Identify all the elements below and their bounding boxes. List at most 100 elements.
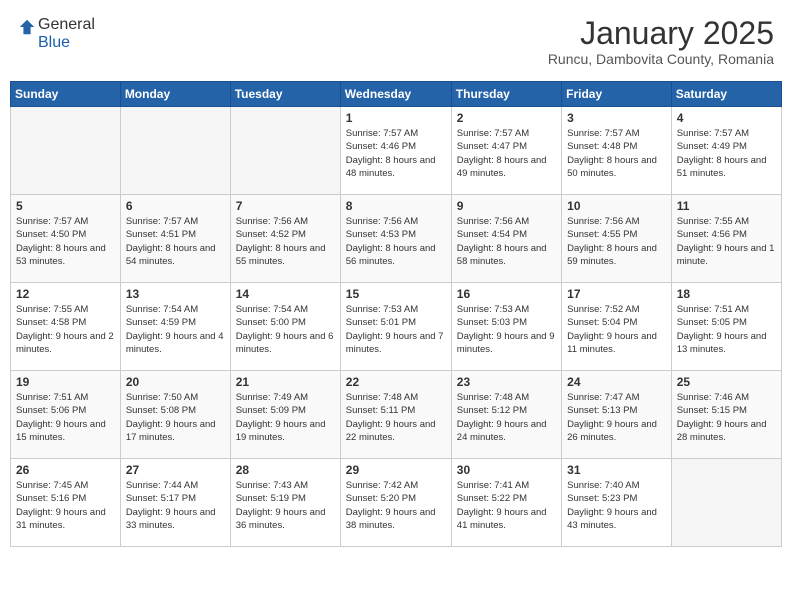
weekday-header-wednesday: Wednesday	[340, 82, 451, 107]
day-number: 23	[457, 375, 556, 389]
calendar-cell: 19 Sunrise: 7:51 AMSunset: 5:06 PMDayligh…	[11, 371, 121, 459]
logo-general-text: General	[38, 16, 95, 34]
calendar-cell: 16 Sunrise: 7:53 AMSunset: 5:03 PMDayligh…	[451, 283, 561, 371]
day-number: 31	[567, 463, 666, 477]
calendar-cell: 3 Sunrise: 7:57 AMSunset: 4:48 PMDaylight…	[562, 107, 672, 195]
calendar-cell: 5 Sunrise: 7:57 AMSunset: 4:50 PMDaylight…	[11, 195, 121, 283]
weekday-header-sunday: Sunday	[11, 82, 121, 107]
day-info: Sunrise: 7:53 AMSunset: 5:01 PMDaylight:…	[346, 303, 446, 356]
day-number: 17	[567, 287, 666, 301]
calendar-table: SundayMondayTuesdayWednesdayThursdayFrid…	[10, 81, 782, 547]
day-info: Sunrise: 7:55 AMSunset: 4:58 PMDaylight:…	[16, 303, 115, 356]
day-info: Sunrise: 7:46 AMSunset: 5:15 PMDaylight:…	[677, 391, 776, 444]
day-number: 30	[457, 463, 556, 477]
calendar-cell	[120, 107, 230, 195]
calendar-cell	[671, 459, 781, 547]
day-info: Sunrise: 7:51 AMSunset: 5:06 PMDaylight:…	[16, 391, 115, 444]
calendar-cell: 6 Sunrise: 7:57 AMSunset: 4:51 PMDaylight…	[120, 195, 230, 283]
calendar-cell: 15 Sunrise: 7:53 AMSunset: 5:01 PMDayligh…	[340, 283, 451, 371]
day-info: Sunrise: 7:47 AMSunset: 5:13 PMDaylight:…	[567, 391, 666, 444]
calendar-cell: 10 Sunrise: 7:56 AMSunset: 4:55 PMDayligh…	[562, 195, 672, 283]
calendar-cell: 27Sunrise: 7:44 AMSunset: 5:17 PMDayligh…	[120, 459, 230, 547]
day-info: Sunrise: 7:57 AMSunset: 4:47 PMDaylight:…	[457, 127, 556, 180]
month-title: January 2025	[548, 16, 774, 51]
weekday-header-tuesday: Tuesday	[230, 82, 340, 107]
title-section: January 2025 Runcu, Dambovita County, Ro…	[548, 16, 774, 67]
day-number: 10	[567, 199, 666, 213]
day-number: 28	[236, 463, 335, 477]
calendar-cell: 23 Sunrise: 7:48 AMSunset: 5:12 PMDayligh…	[451, 371, 561, 459]
day-number: 3	[567, 111, 666, 125]
day-info: Sunrise: 7:41 AMSunset: 5:22 PMDaylight:…	[457, 479, 556, 532]
day-number: 19	[16, 375, 115, 389]
weekday-header-friday: Friday	[562, 82, 672, 107]
calendar-cell: 11 Sunrise: 7:55 AMSunset: 4:56 PMDayligh…	[671, 195, 781, 283]
day-number: 29	[346, 463, 446, 477]
calendar-cell: 26 Sunrise: 7:45 AMSunset: 5:16 PMDayligh…	[11, 459, 121, 547]
day-info: Sunrise: 7:57 AMSunset: 4:49 PMDaylight:…	[677, 127, 776, 180]
day-info: Sunrise: 7:48 AMSunset: 5:11 PMDaylight:…	[346, 391, 446, 444]
day-info: Sunrise: 7:57 AMSunset: 4:48 PMDaylight:…	[567, 127, 666, 180]
day-number: 1	[346, 111, 446, 125]
day-info: Sunrise: 7:49 AMSunset: 5:09 PMDaylight:…	[236, 391, 335, 444]
calendar-cell: 7 Sunrise: 7:56 AMSunset: 4:52 PMDaylight…	[230, 195, 340, 283]
day-number: 7	[236, 199, 335, 213]
calendar-header-row: SundayMondayTuesdayWednesdayThursdayFrid…	[11, 82, 782, 107]
day-info: Sunrise: 7:56 AMSunset: 4:52 PMDaylight:…	[236, 215, 335, 268]
calendar-cell: 30 Sunrise: 7:41 AMSunset: 5:22 PMDayligh…	[451, 459, 561, 547]
calendar-cell: 29 Sunrise: 7:42 AMSunset: 5:20 PMDayligh…	[340, 459, 451, 547]
calendar-cell: 17 Sunrise: 7:52 AMSunset: 5:04 PMDayligh…	[562, 283, 672, 371]
calendar-cell: 24 Sunrise: 7:47 AMSunset: 5:13 PMDayligh…	[562, 371, 672, 459]
day-info: Sunrise: 7:56 AMSunset: 4:55 PMDaylight:…	[567, 215, 666, 268]
day-number: 22	[346, 375, 446, 389]
day-number: 6	[126, 199, 225, 213]
weekday-header-saturday: Saturday	[671, 82, 781, 107]
calendar-cell: 2 Sunrise: 7:57 AMSunset: 4:47 PMDaylight…	[451, 107, 561, 195]
day-info: Sunrise: 7:57 AMSunset: 4:50 PMDaylight:…	[16, 215, 115, 268]
day-number: 11	[677, 199, 776, 213]
day-number: 21	[236, 375, 335, 389]
day-info: Sunrise: 7:43 AMSunset: 5:19 PMDaylight:…	[236, 479, 335, 532]
day-info: Sunrise: 7:54 AMSunset: 4:59 PMDaylight:…	[126, 303, 225, 356]
weekday-header-monday: Monday	[120, 82, 230, 107]
day-number: 12	[16, 287, 115, 301]
day-number: 13	[126, 287, 225, 301]
calendar-cell: 12 Sunrise: 7:55 AMSunset: 4:58 PMDayligh…	[11, 283, 121, 371]
page-header: General Blue January 2025 Runcu, Dambovi…	[10, 10, 782, 73]
day-info: Sunrise: 7:55 AMSunset: 4:56 PMDaylight:…	[677, 215, 776, 268]
calendar-cell: 13 Sunrise: 7:54 AMSunset: 4:59 PMDayligh…	[120, 283, 230, 371]
day-number: 26	[16, 463, 115, 477]
calendar-cell	[230, 107, 340, 195]
day-number: 5	[16, 199, 115, 213]
calendar-week-row: 1 Sunrise: 7:57 AMSunset: 4:46 PMDaylight…	[11, 107, 782, 195]
calendar-cell: 20Sunrise: 7:50 AMSunset: 5:08 PMDayligh…	[120, 371, 230, 459]
day-info: Sunrise: 7:40 AMSunset: 5:23 PMDaylight:…	[567, 479, 666, 532]
calendar-cell: 28 Sunrise: 7:43 AMSunset: 5:19 PMDayligh…	[230, 459, 340, 547]
day-info: Sunrise: 7:42 AMSunset: 5:20 PMDaylight:…	[346, 479, 446, 532]
day-number: 8	[346, 199, 446, 213]
calendar-cell: 31 Sunrise: 7:40 AMSunset: 5:23 PMDayligh…	[562, 459, 672, 547]
day-number: 24	[567, 375, 666, 389]
calendar-week-row: 5 Sunrise: 7:57 AMSunset: 4:50 PMDaylight…	[11, 195, 782, 283]
day-info: Sunrise: 7:57 AMSunset: 4:51 PMDaylight:…	[126, 215, 225, 268]
calendar-cell: 4Sunrise: 7:57 AMSunset: 4:49 PMDaylight…	[671, 107, 781, 195]
weekday-header-thursday: Thursday	[451, 82, 561, 107]
day-info: Sunrise: 7:57 AMSunset: 4:46 PMDaylight:…	[346, 127, 446, 180]
day-number: 16	[457, 287, 556, 301]
day-info: Sunrise: 7:48 AMSunset: 5:12 PMDaylight:…	[457, 391, 556, 444]
day-info: Sunrise: 7:52 AMSunset: 5:04 PMDaylight:…	[567, 303, 666, 356]
calendar-cell: 9Sunrise: 7:56 AMSunset: 4:54 PMDaylight…	[451, 195, 561, 283]
day-number: 25	[677, 375, 776, 389]
calendar-cell: 25 Sunrise: 7:46 AMSunset: 5:15 PMDayligh…	[671, 371, 781, 459]
calendar-week-row: 19 Sunrise: 7:51 AMSunset: 5:06 PMDayligh…	[11, 371, 782, 459]
calendar-cell	[11, 107, 121, 195]
logo-icon	[18, 18, 36, 36]
day-number: 9	[457, 199, 556, 213]
day-number: 20	[126, 375, 225, 389]
day-number: 2	[457, 111, 556, 125]
day-info: Sunrise: 7:45 AMSunset: 5:16 PMDaylight:…	[16, 479, 115, 532]
day-number: 15	[346, 287, 446, 301]
day-info: Sunrise: 7:44 AMSunset: 5:17 PMDaylight:…	[126, 479, 225, 532]
day-info: Sunrise: 7:53 AMSunset: 5:03 PMDaylight:…	[457, 303, 556, 356]
calendar-week-row: 26 Sunrise: 7:45 AMSunset: 5:16 PMDayligh…	[11, 459, 782, 547]
